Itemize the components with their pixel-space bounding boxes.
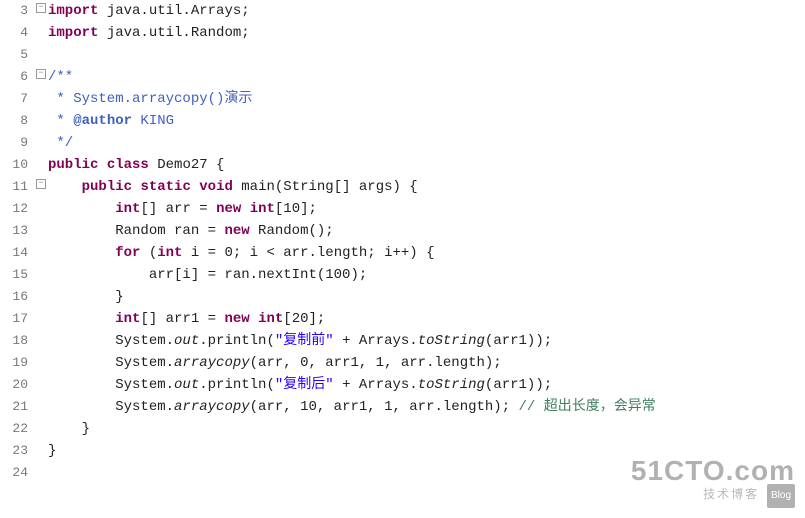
code-content: import java.util.Random; — [48, 22, 656, 44]
fold-gutter: − — [34, 0, 48, 22]
code-content: } — [48, 418, 656, 440]
fold-gutter — [34, 198, 48, 220]
code-line: 12 int[] arr = new int[10]; — [0, 198, 656, 220]
code-line: 17 int[] arr1 = new int[20]; — [0, 308, 656, 330]
line-number: 9 — [0, 132, 34, 154]
fold-gutter — [34, 462, 48, 484]
line-number: 15 — [0, 264, 34, 286]
watermark-subtitle: 技术博客 — [703, 487, 759, 501]
line-number: 19 — [0, 352, 34, 374]
code-line: 5 — [0, 44, 656, 66]
code-content: import java.util.Arrays; — [48, 0, 656, 22]
line-number: 21 — [0, 396, 34, 418]
line-number: 4 — [0, 22, 34, 44]
code-content: int[] arr1 = new int[20]; — [48, 308, 656, 330]
fold-gutter — [34, 264, 48, 286]
code-line: 10 public class Demo27 { — [0, 154, 656, 176]
fold-gutter — [34, 396, 48, 418]
code-line: 19 System.arraycopy(arr, 0, arr1, 1, arr… — [0, 352, 656, 374]
code-content: * @author KING — [48, 110, 656, 132]
line-number: 8 — [0, 110, 34, 132]
code-content: */ — [48, 132, 656, 154]
line-number: 11 — [0, 176, 34, 198]
fold-gutter — [34, 374, 48, 396]
line-number: 5 — [0, 44, 34, 66]
code-content — [48, 462, 656, 484]
code-line: 11− public static void main(String[] arg… — [0, 176, 656, 198]
code-content: Random ran = new Random(); — [48, 220, 656, 242]
line-number: 17 — [0, 308, 34, 330]
line-number: 10 — [0, 154, 34, 176]
line-number: 6 — [0, 66, 34, 88]
code-editor: 3−import java.util.Arrays;4import java.u… — [0, 0, 805, 484]
code-content: for (int i = 0; i < arr.length; i++) { — [48, 242, 656, 264]
fold-gutter: − — [34, 66, 48, 88]
fold-gutter — [34, 242, 48, 264]
fold-gutter — [34, 308, 48, 330]
code-line: 20 System.out.println("复制后" + Arrays.toS… — [0, 374, 656, 396]
code-line: 24 — [0, 462, 656, 484]
code-line: 16 } — [0, 286, 656, 308]
fold-gutter — [34, 352, 48, 374]
watermark-blog-badge: Blog — [767, 484, 795, 508]
line-number: 7 — [0, 88, 34, 110]
line-number: 13 — [0, 220, 34, 242]
fold-gutter — [34, 440, 48, 462]
fold-gutter — [34, 22, 48, 44]
line-number: 3 — [0, 0, 34, 22]
fold-collapse-icon[interactable]: − — [36, 69, 46, 79]
code-content: System.out.println("复制前" + Arrays.toStri… — [48, 330, 656, 352]
code-line: 6−/** — [0, 66, 656, 88]
fold-gutter — [34, 88, 48, 110]
fold-gutter — [34, 132, 48, 154]
code-line: 23} — [0, 440, 656, 462]
code-line: 7 * System.arraycopy()演示 — [0, 88, 656, 110]
code-line: 21 System.arraycopy(arr, 10, arr1, 1, ar… — [0, 396, 656, 418]
code-line: 14 for (int i = 0; i < arr.length; i++) … — [0, 242, 656, 264]
fold-collapse-icon[interactable]: − — [36, 3, 46, 13]
code-lines: 3−import java.util.Arrays;4import java.u… — [0, 0, 656, 484]
code-content: arr[i] = ran.nextInt(100); — [48, 264, 656, 286]
code-line: 9 */ — [0, 132, 656, 154]
code-content: /** — [48, 66, 656, 88]
line-number: 12 — [0, 198, 34, 220]
code-content: System.arraycopy(arr, 0, arr1, 1, arr.le… — [48, 352, 656, 374]
code-content: System.out.println("复制后" + Arrays.toStri… — [48, 374, 656, 396]
line-number: 18 — [0, 330, 34, 352]
line-number: 24 — [0, 462, 34, 484]
fold-gutter — [34, 110, 48, 132]
code-content — [48, 44, 656, 66]
fold-gutter — [34, 330, 48, 352]
code-content: public static void main(String[] args) { — [48, 176, 656, 198]
code-line: 4 import java.util.Random; — [0, 22, 656, 44]
code-content: System.arraycopy(arr, 10, arr1, 1, arr.l… — [48, 396, 656, 418]
fold-gutter — [34, 44, 48, 66]
code-content: int[] arr = new int[10]; — [48, 198, 656, 220]
code-content: * System.arraycopy()演示 — [48, 88, 656, 110]
code-line: 22 } — [0, 418, 656, 440]
fold-gutter: − — [34, 176, 48, 198]
code-content: } — [48, 286, 656, 308]
code-line: 3−import java.util.Arrays; — [0, 0, 656, 22]
fold-gutter — [34, 286, 48, 308]
fold-gutter — [34, 220, 48, 242]
code-content: } — [48, 440, 656, 462]
code-content: public class Demo27 { — [48, 154, 656, 176]
fold-gutter — [34, 154, 48, 176]
fold-collapse-icon[interactable]: − — [36, 179, 46, 189]
line-number: 14 — [0, 242, 34, 264]
line-number: 20 — [0, 374, 34, 396]
code-line: 18 System.out.println("复制前" + Arrays.toS… — [0, 330, 656, 352]
line-number: 22 — [0, 418, 34, 440]
fold-gutter — [34, 418, 48, 440]
code-line: 8 * @author KING — [0, 110, 656, 132]
line-number: 23 — [0, 440, 34, 462]
line-number: 16 — [0, 286, 34, 308]
code-line: 15 arr[i] = ran.nextInt(100); — [0, 264, 656, 286]
code-line: 13 Random ran = new Random(); — [0, 220, 656, 242]
